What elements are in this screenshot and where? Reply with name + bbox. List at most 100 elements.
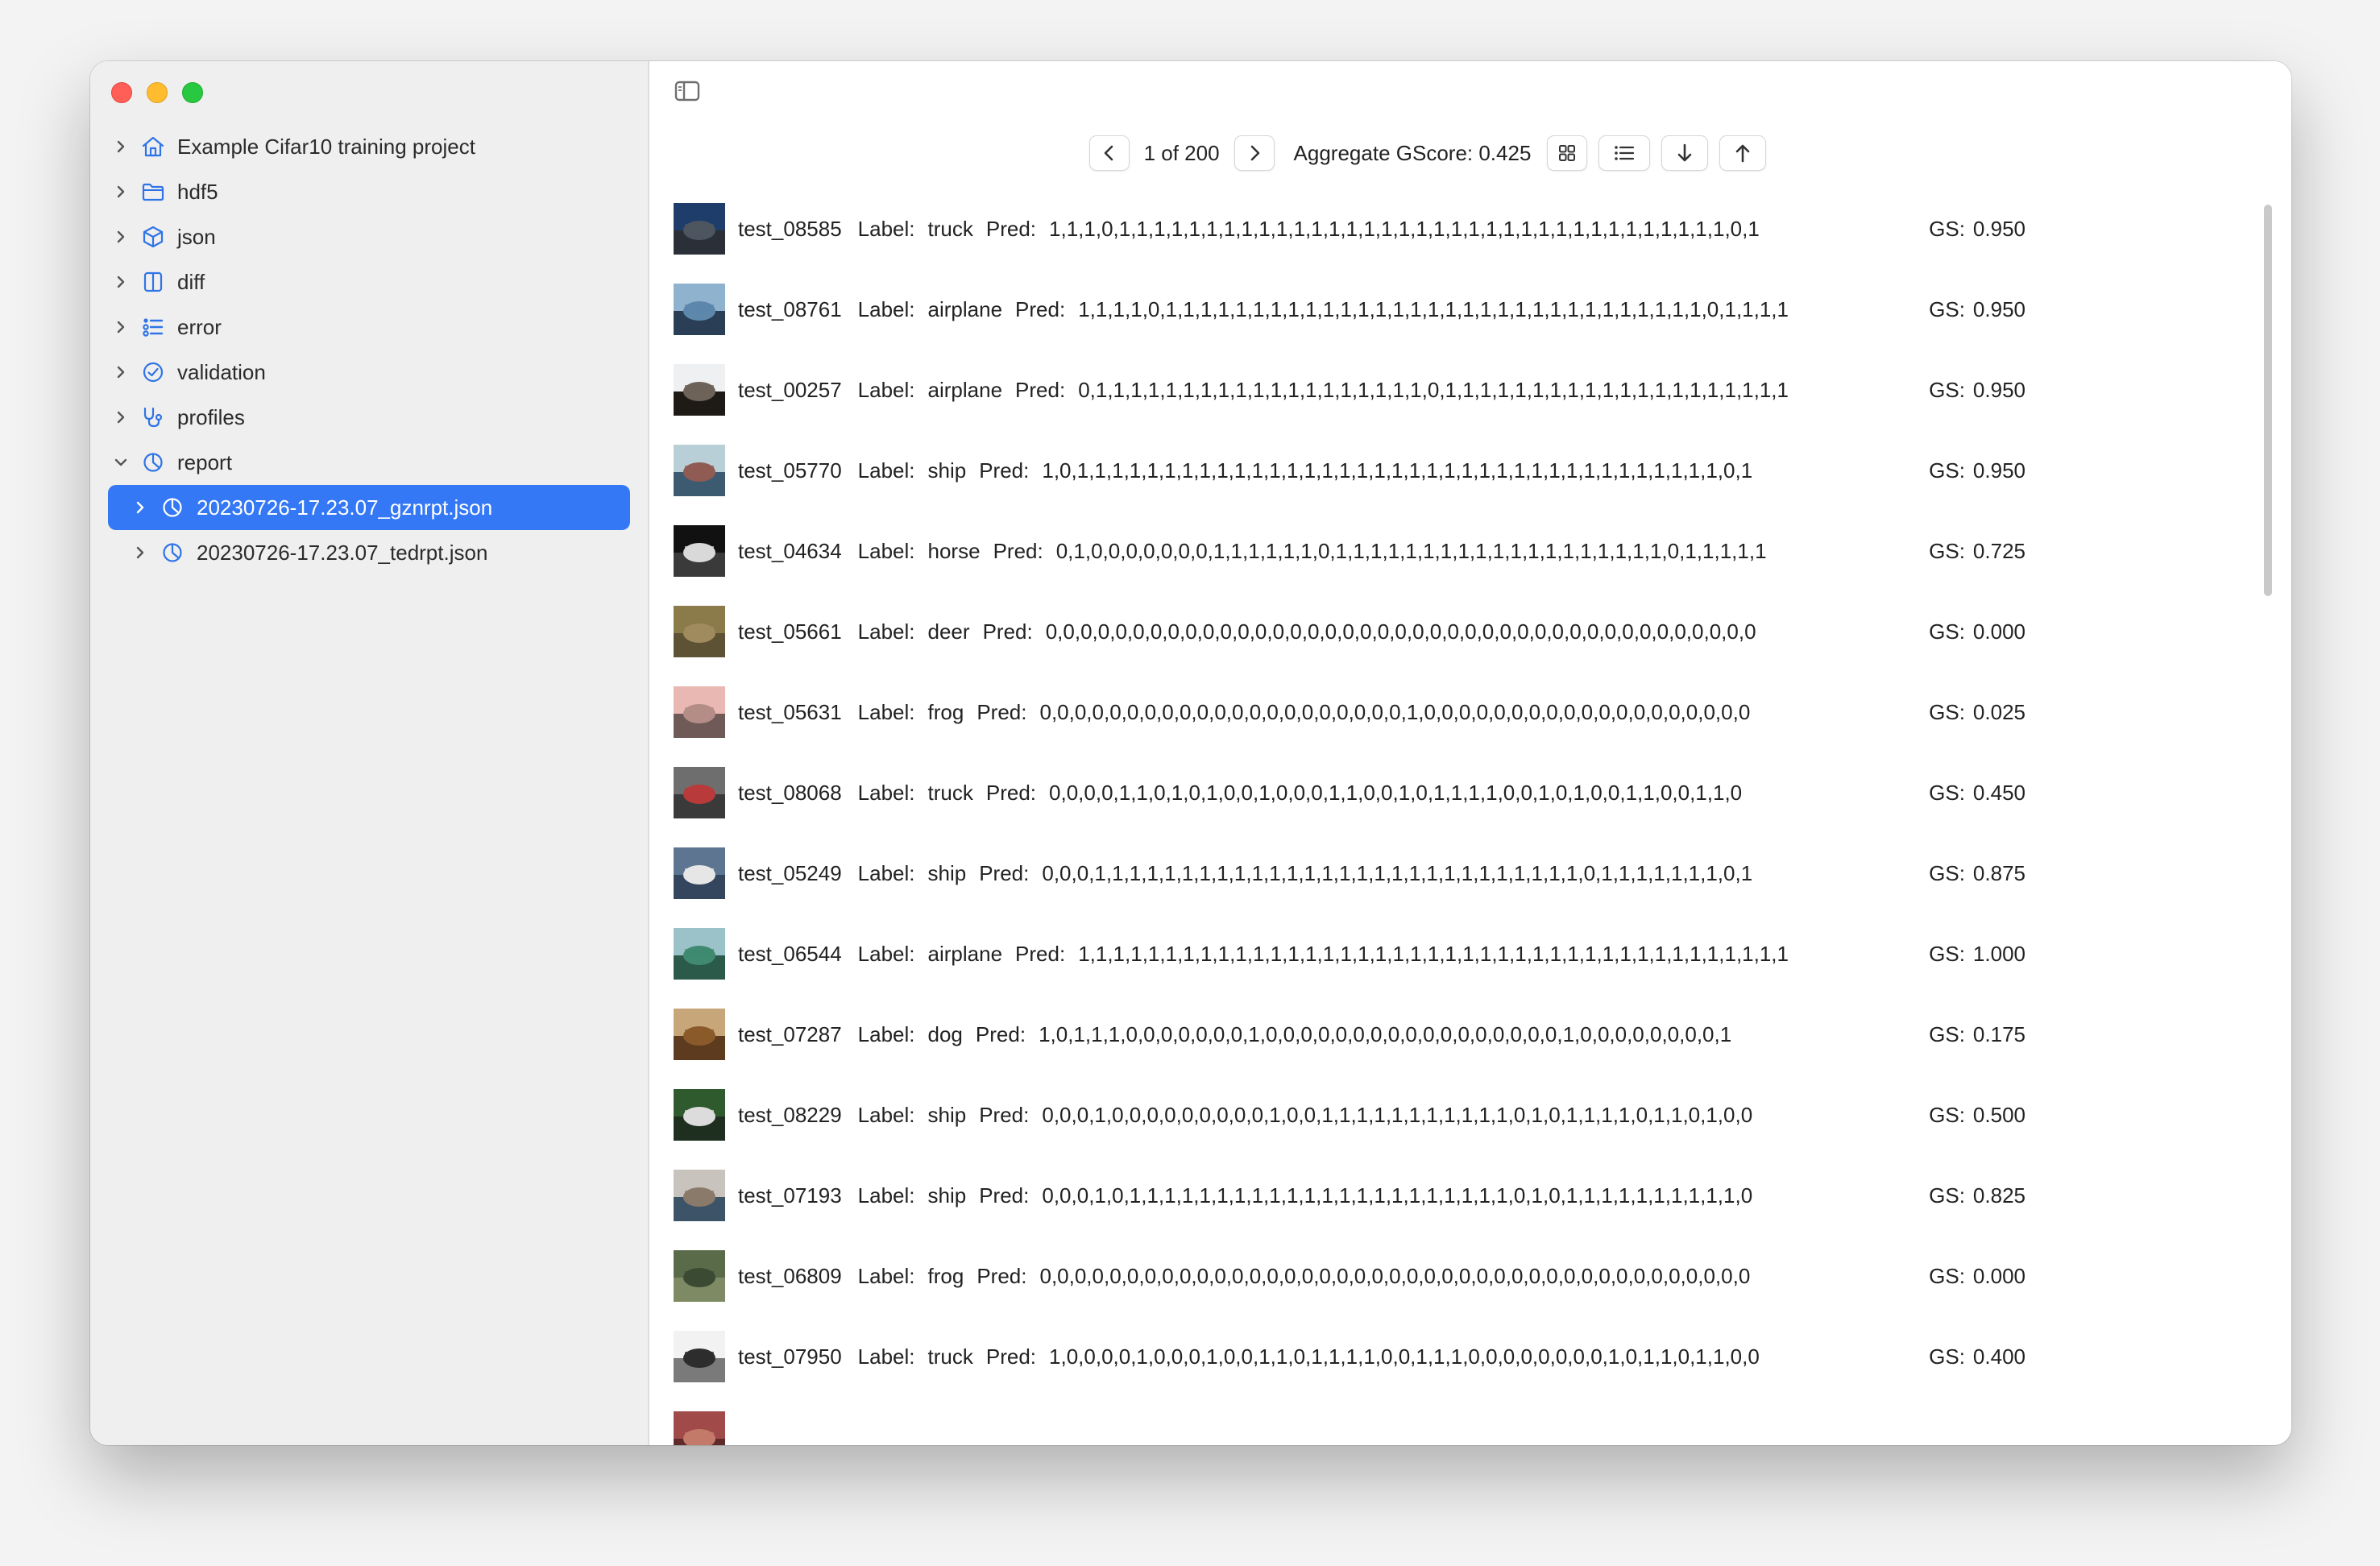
result-row[interactable]: test_05770 Label: ship Pred: 1,0,1,1,1,1,1,1… <box>649 430 2291 511</box>
sample-thumbnail <box>674 1331 725 1382</box>
pred-key: Pred: <box>982 619 1033 644</box>
gs-key: GS: <box>1929 941 1965 966</box>
label-key: Label: <box>857 1183 915 1208</box>
chevron-right-icon[interactable] <box>113 184 129 200</box>
sample-thumbnail <box>674 364 725 416</box>
list-view-button[interactable] <box>1598 135 1651 171</box>
sidebar-item-error[interactable]: error <box>90 304 648 350</box>
vertical-scrollbar[interactable] <box>2264 205 2272 596</box>
pred-value: 1,0,1,1,1,0,0,0,0,0,0,0,1,0,0,0,0,0,0,0,… <box>1039 1021 1732 1046</box>
sidebar-item-label: validation <box>177 359 266 384</box>
pred-key: Pred: <box>976 1263 1027 1288</box>
result-row[interactable]: test_06544 Label: airplane Pred: 1,1,1,1,1,1… <box>649 914 2291 994</box>
gscore: GS: 0.000 <box>1929 619 2025 644</box>
gscore: GS: 0.000 <box>1929 1264 2025 1289</box>
result-row[interactable]: test_00257 Label: airplane Pred: 0,1,1,1,1,1… <box>649 350 2291 430</box>
chevron-right-icon[interactable] <box>113 139 129 155</box>
result-row[interactable]: test_05249 Label: ship Pred: 0,0,0,1,1,1,1,1… <box>649 833 2291 914</box>
window-controls <box>111 82 203 103</box>
sample-id: test_05661 <box>738 619 842 644</box>
result-row[interactable]: test_08585 Label: truck Pred: 1,1,1,0,1,1,1,… <box>649 188 2291 269</box>
next-page-button[interactable] <box>1234 135 1275 171</box>
sidebar-item-json[interactable]: json <box>90 214 648 259</box>
pred-key: Pred: <box>979 1102 1030 1127</box>
zoom-window-button[interactable] <box>182 82 203 103</box>
result-row[interactable]: test_05661 Label: deer Pred: 0,0,0,0,0,0,0,0… <box>649 591 2291 672</box>
label-value: frog <box>927 699 964 724</box>
sidebar-toggle-icon[interactable] <box>674 79 701 103</box>
result-row[interactable]: test_07193 Label: ship Pred: 0,0,0,1,0,1,1,1… <box>649 1155 2291 1236</box>
sidebar-item-20230726-17-23-07-gznrpt-json[interactable]: 20230726-17.23.07_gznrpt.json <box>108 485 630 530</box>
sidebar-item-20230726-17-23-07-tedrpt-json[interactable]: 20230726-17.23.07_tedrpt.json <box>90 530 648 575</box>
sidebar-item-label: profiles <box>177 404 245 429</box>
sort-ascending-button[interactable] <box>1719 135 1767 171</box>
sort-descending-button[interactable] <box>1661 135 1709 171</box>
grid-icon <box>1559 145 1576 161</box>
sidebar-item-label: report <box>177 450 232 474</box>
result-row[interactable]: test_07287 Label: dog Pred: 1,0,1,1,1,0,0,0,… <box>649 994 2291 1075</box>
sidebar-item-report[interactable]: report <box>90 440 648 485</box>
chevron-right-icon[interactable] <box>132 545 148 561</box>
cube-icon <box>139 222 168 251</box>
pred-value: 1,0,1,1,1,1,1,1,1,1,1,1,1,1,1,1,1,1,1,1,… <box>1042 458 1753 483</box>
gs-value: 1.000 <box>1972 941 2025 966</box>
result-row[interactable]: test_06809 Label: frog Pred: 0,0,0,0,0,0,0,0… <box>649 1236 2291 1316</box>
label-key: Label: <box>857 699 915 724</box>
label-value: ship <box>927 1183 967 1208</box>
sidebar-item-profiles[interactable]: profiles <box>90 395 648 440</box>
label-value: frog <box>927 1263 964 1288</box>
gs-value: 0.000 <box>1972 1263 2025 1288</box>
sample-id: test_07193 <box>738 1183 842 1208</box>
result-row[interactable]: test_08229 Label: ship Pred: 0,0,0,1,0,0,0,0… <box>649 1075 2291 1155</box>
result-row[interactable]: test_07950 Label: truck Pred: 1,0,0,0,0,1,0,… <box>649 1316 2291 1397</box>
label-key: Label: <box>857 538 915 563</box>
pred-key: Pred: <box>985 780 1037 805</box>
label-key: Label: <box>857 860 915 885</box>
grid-view-button[interactable] <box>1547 135 1588 171</box>
pred-value: 0,0,0,1,0,0,0,0,0,0,0,0,0,1,0,0,1,1,1,1,… <box>1042 1102 1753 1127</box>
chevron-right-icon <box>1250 145 1259 161</box>
pred-key: Pred: <box>1015 941 1066 966</box>
sample-thumbnail <box>674 1411 725 1445</box>
pred-key: Pred: <box>1015 296 1066 321</box>
sidebar-item-diff[interactable]: diff <box>90 259 648 304</box>
label-value: truck <box>927 1344 973 1369</box>
result-row[interactable]: test_08761 Label: airplane Pred: 1,1,1,1,0,1… <box>649 269 2291 350</box>
sidebar-item-hdf5[interactable]: hdf5 <box>90 169 648 214</box>
pred-value: 0,0,0,1,0,1,1,1,1,1,1,1,1,1,1,1,1,1,1,1,… <box>1042 1183 1753 1208</box>
chevron-right-icon[interactable] <box>113 274 129 290</box>
label-key: Label: <box>857 1021 915 1046</box>
result-row[interactable]: test_04634 Label: horse Pred: 0,1,0,0,0,0,0,… <box>649 511 2291 591</box>
sample-id: test_08068 <box>738 780 842 805</box>
gscore: GS: 0.875 <box>1929 861 2025 886</box>
pagination-toolbar: 1 of 200 Aggregate GScore: 0.425 <box>856 135 2000 171</box>
sidebar: Example Cifar10 training project hdf5 json… <box>90 61 649 1445</box>
chevron-right-icon[interactable] <box>113 319 129 335</box>
sample-thumbnail <box>674 1170 725 1221</box>
label-key: Label: <box>857 780 915 805</box>
result-row[interactable] <box>649 1397 2291 1445</box>
previous-page-button[interactable] <box>1088 135 1130 171</box>
result-row[interactable]: test_08068 Label: truck Pred: 0,0,0,0,1,1,0,… <box>649 752 2291 833</box>
chevron-right-icon[interactable] <box>113 409 129 425</box>
close-window-button[interactable] <box>111 82 132 103</box>
pred-value: 1,0,0,0,0,1,0,0,0,1,0,0,1,1,0,1,1,1,1,0,… <box>1049 1344 1760 1369</box>
chevron-down-icon[interactable] <box>113 454 129 470</box>
sample-thumbnail <box>674 203 725 255</box>
result-row[interactable]: test_05631 Label: frog Pred: 0,0,0,0,0,0,0,0… <box>649 672 2291 752</box>
gs-value: 0.175 <box>1972 1021 2025 1046</box>
chevron-right-icon[interactable] <box>113 364 129 380</box>
label-key: Label: <box>857 296 915 321</box>
sidebar-item-validation[interactable]: validation <box>90 350 648 395</box>
chevron-right-icon[interactable] <box>113 229 129 245</box>
chevron-right-icon[interactable] <box>132 499 148 516</box>
label-key: Label: <box>857 1263 915 1288</box>
sidebar-item-example-cifar10-training-project[interactable]: Example Cifar10 training project <box>90 124 648 169</box>
label-value: deer <box>927 619 970 644</box>
sample-thumbnail <box>674 284 725 335</box>
label-key: Label: <box>857 216 915 241</box>
pred-key: Pred: <box>979 458 1030 483</box>
sample-thumbnail <box>674 1250 725 1302</box>
gscore: GS: 0.725 <box>1929 539 2025 564</box>
minimize-window-button[interactable] <box>147 82 168 103</box>
